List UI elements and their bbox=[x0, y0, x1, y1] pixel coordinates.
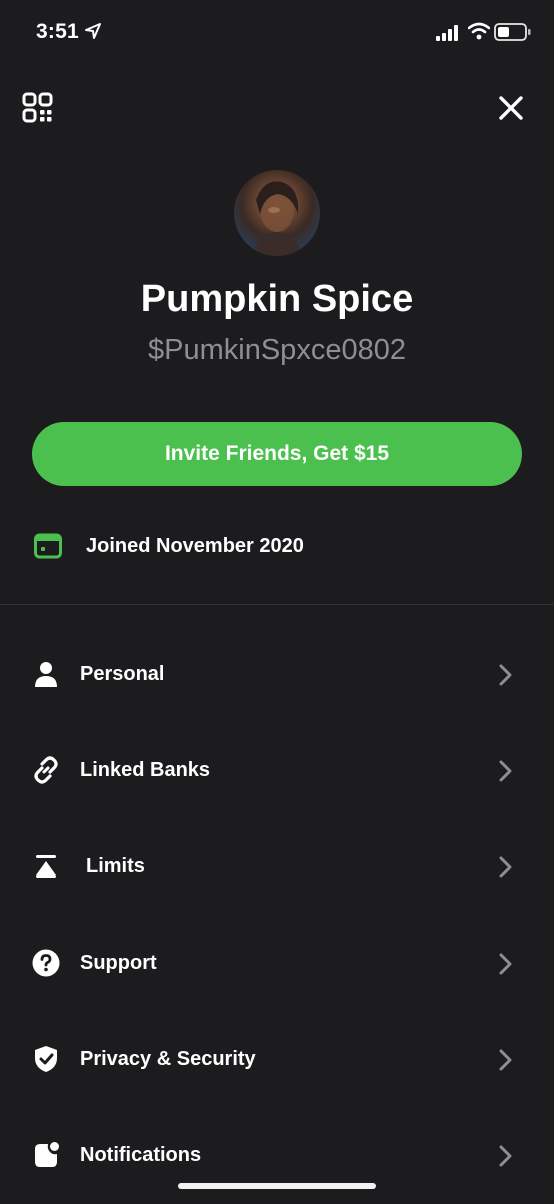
chevron-right-icon bbox=[497, 855, 513, 884]
location-arrow-icon bbox=[84, 22, 102, 45]
chevron-right-icon bbox=[497, 1048, 513, 1077]
menu-item-notifications[interactable]: Notifications bbox=[0, 1108, 554, 1204]
menu-item-label: Linked Banks bbox=[80, 759, 211, 781]
menu-item-support[interactable]: Support bbox=[0, 916, 554, 1012]
menu-item-label: Privacy & Security bbox=[80, 1048, 256, 1070]
person-icon bbox=[31, 659, 61, 689]
battery-icon bbox=[494, 22, 532, 47]
menu-item-personal[interactable]: Personal bbox=[0, 627, 554, 723]
menu-item-label: Limits bbox=[86, 855, 145, 877]
menu-item-linked-banks[interactable]: Linked Banks bbox=[0, 723, 554, 819]
cellular-signal-icon bbox=[436, 25, 460, 46]
menu-item-privacy-security[interactable]: Privacy & Security bbox=[0, 1012, 554, 1108]
chevron-right-icon bbox=[497, 1144, 513, 1173]
menu-item-label: Support bbox=[80, 952, 157, 974]
profile-name: Pumpkin Spice bbox=[140, 278, 414, 320]
chevron-right-icon bbox=[497, 952, 513, 981]
wifi-icon bbox=[467, 22, 491, 45]
menu-item-limits[interactable]: Limits bbox=[0, 819, 554, 915]
chevron-right-icon bbox=[497, 663, 513, 692]
link-icon bbox=[31, 755, 61, 785]
cashtag: $PumkinSpxce0802 bbox=[148, 334, 406, 366]
shield-check-icon bbox=[31, 1044, 61, 1074]
status-time: 3:51 bbox=[36, 20, 79, 43]
notification-icon bbox=[31, 1140, 61, 1170]
divider bbox=[0, 604, 554, 605]
joined-label: Joined November 2020 bbox=[86, 535, 304, 557]
close-icon bbox=[495, 96, 527, 128]
menu-item-label: Personal bbox=[80, 663, 165, 685]
question-icon bbox=[31, 948, 61, 978]
status-bar: 3:51 bbox=[0, 0, 554, 66]
limits-icon bbox=[31, 851, 61, 881]
avatar[interactable] bbox=[234, 170, 320, 256]
home-indicator[interactable] bbox=[178, 1183, 376, 1189]
chevron-right-icon bbox=[497, 759, 513, 788]
qr-code-icon bbox=[22, 92, 54, 128]
qr-code-button[interactable] bbox=[22, 92, 54, 124]
calendar-icon bbox=[34, 532, 62, 565]
invite-friends-button[interactable]: Invite Friends, Get $15 bbox=[32, 422, 522, 486]
close-button[interactable] bbox=[495, 92, 527, 124]
menu-item-label: Notifications bbox=[80, 1144, 202, 1166]
